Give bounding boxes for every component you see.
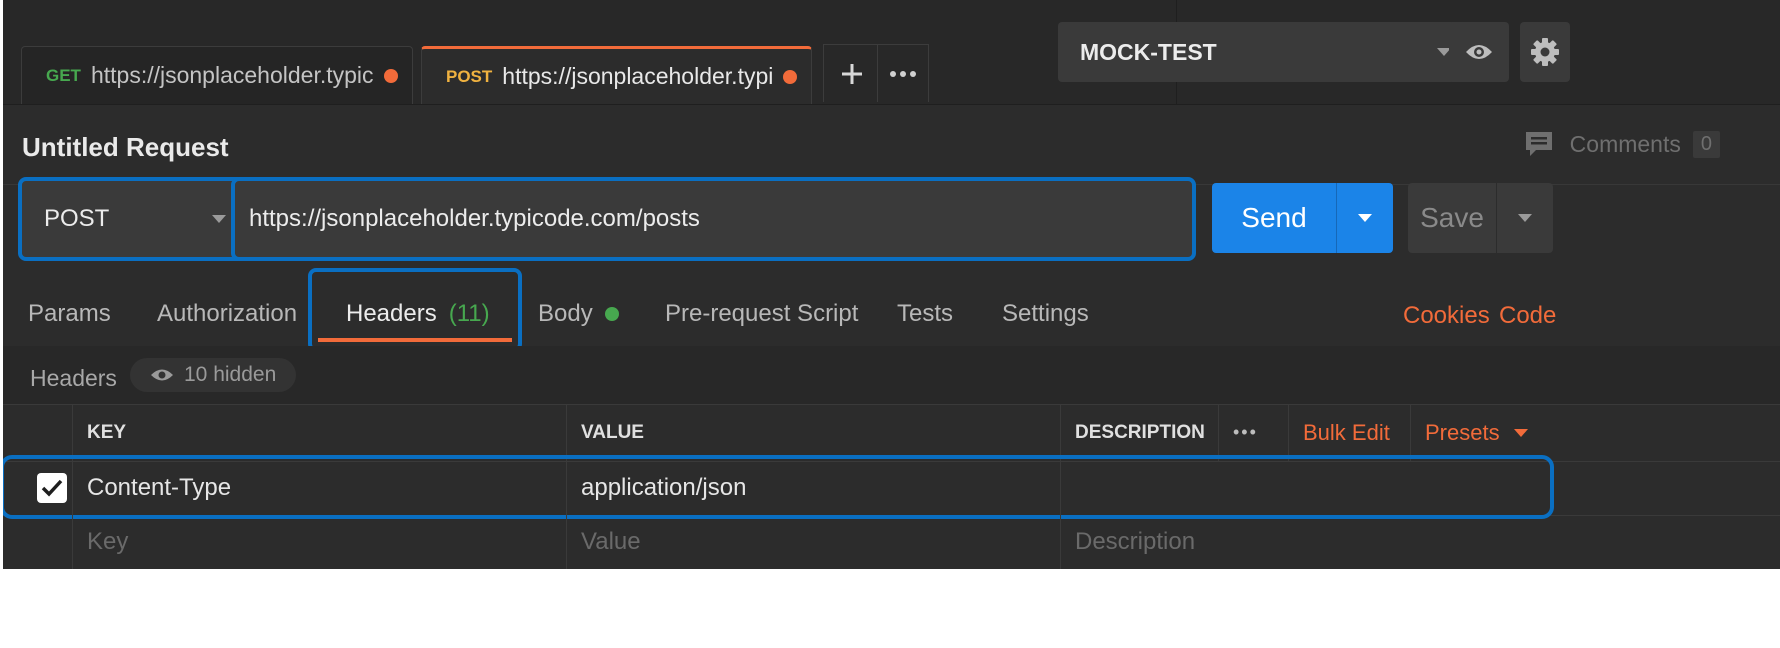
- presets-label: Presets: [1425, 419, 1500, 445]
- request-tab-bar: GET https://jsonplaceholder.typicod... P…: [3, 0, 1780, 105]
- environment-quick-look-button[interactable]: [1449, 22, 1509, 82]
- plus-icon: [842, 63, 862, 84]
- ellipsis-icon: [890, 70, 916, 77]
- send-options-button[interactable]: [1336, 183, 1393, 253]
- headers-section-label: Headers: [30, 365, 117, 391]
- save-options-button[interactable]: [1496, 183, 1553, 253]
- code-link[interactable]: Code: [1499, 302, 1556, 330]
- new-key-input[interactable]: Key: [72, 515, 566, 569]
- request-title-row: Untitled Request Comments 0: [3, 104, 1780, 185]
- url-value: https://jsonplaceholder.typicode.com/pos…: [249, 205, 700, 232]
- send-label: Send: [1241, 202, 1307, 233]
- tab-method-get: GET: [46, 65, 81, 85]
- comment-icon: [1525, 132, 1552, 156]
- send-button[interactable]: Send: [1212, 183, 1393, 253]
- save-label: Save: [1420, 202, 1484, 233]
- gear-icon: [1531, 38, 1559, 66]
- column-header-value: VALUE: [566, 404, 1060, 461]
- table-more-button[interactable]: •••: [1218, 404, 1278, 461]
- tab-authorization[interactable]: Authorization: [157, 300, 297, 328]
- tab-more-button[interactable]: [877, 44, 929, 102]
- tab-url: https://jsonplaceholder.typico...: [502, 63, 773, 89]
- headers-info-bar: Headers 10 hidden: [3, 346, 1780, 405]
- request-subtabs: Params Authorization Headers (11) Body P…: [3, 270, 1780, 347]
- table-row-empty: Key Value Description: [3, 515, 1780, 569]
- tab-pre-request-script[interactable]: Pre-request Script: [665, 300, 858, 328]
- tab-url: https://jsonplaceholder.typicod...: [90, 62, 374, 88]
- body-indicator-dot-icon: [604, 307, 619, 321]
- unsaved-dot-icon: [783, 69, 797, 84]
- manage-environments-button[interactable]: [1520, 22, 1570, 82]
- chevron-down-icon: [212, 215, 226, 223]
- tab-settings[interactable]: Settings: [1002, 300, 1089, 328]
- chevron-down-icon: [1513, 428, 1528, 437]
- page-background: [3, 569, 1780, 648]
- column-header-description: DESCRIPTION: [1060, 404, 1218, 461]
- comments-count: 0: [1692, 130, 1720, 158]
- table-header-row: KEY VALUE DESCRIPTION ••• Bulk Edit Pres…: [3, 404, 1780, 462]
- request-title[interactable]: Untitled Request: [22, 132, 229, 163]
- tab-tests[interactable]: Tests: [897, 300, 953, 328]
- comments-label: Comments: [1569, 130, 1681, 157]
- method-select[interactable]: POST: [18, 177, 246, 261]
- save-button[interactable]: Save: [1408, 183, 1553, 253]
- eye-icon: [1466, 45, 1492, 59]
- new-description-input[interactable]: Description: [1060, 515, 1560, 569]
- content-type-row-highlight: [3, 455, 1554, 519]
- cookies-link[interactable]: Cookies: [1403, 302, 1490, 330]
- tab-params[interactable]: Params: [28, 300, 111, 328]
- eye-icon: [151, 369, 173, 381]
- environment-select[interactable]: MOCK-TEST: [1058, 22, 1473, 82]
- request-tab-get[interactable]: GET https://jsonplaceholder.typicod...: [21, 46, 413, 104]
- environment-name: MOCK-TEST: [1080, 38, 1217, 65]
- active-tab-underline: [318, 338, 512, 342]
- method-value: POST: [44, 205, 110, 232]
- request-tab-post[interactable]: POST https://jsonplaceholder.typico...: [421, 46, 812, 104]
- tab-body[interactable]: Body: [538, 300, 619, 328]
- url-input[interactable]: https://jsonplaceholder.typicode.com/pos…: [231, 177, 1196, 261]
- chevron-down-icon: [1518, 214, 1532, 222]
- chevron-down-icon: [1358, 214, 1372, 222]
- new-value-input[interactable]: Value: [566, 515, 1060, 569]
- unsaved-dot-icon: [384, 68, 398, 83]
- column-header-key: KEY: [72, 404, 566, 461]
- tab-body-label: Body: [538, 300, 593, 327]
- comments-button[interactable]: Comments 0: [1524, 130, 1720, 158]
- postman-window: GET https://jsonplaceholder.typicod... P…: [3, 0, 1780, 648]
- tab-method-post: POST: [446, 66, 493, 86]
- new-tab-button[interactable]: [823, 44, 881, 102]
- hidden-headers-toggle[interactable]: 10 hidden: [130, 358, 297, 392]
- hidden-count: 10 hidden: [184, 363, 277, 386]
- bulk-edit-button[interactable]: Bulk Edit: [1288, 404, 1406, 461]
- presets-button[interactable]: Presets: [1410, 404, 1558, 461]
